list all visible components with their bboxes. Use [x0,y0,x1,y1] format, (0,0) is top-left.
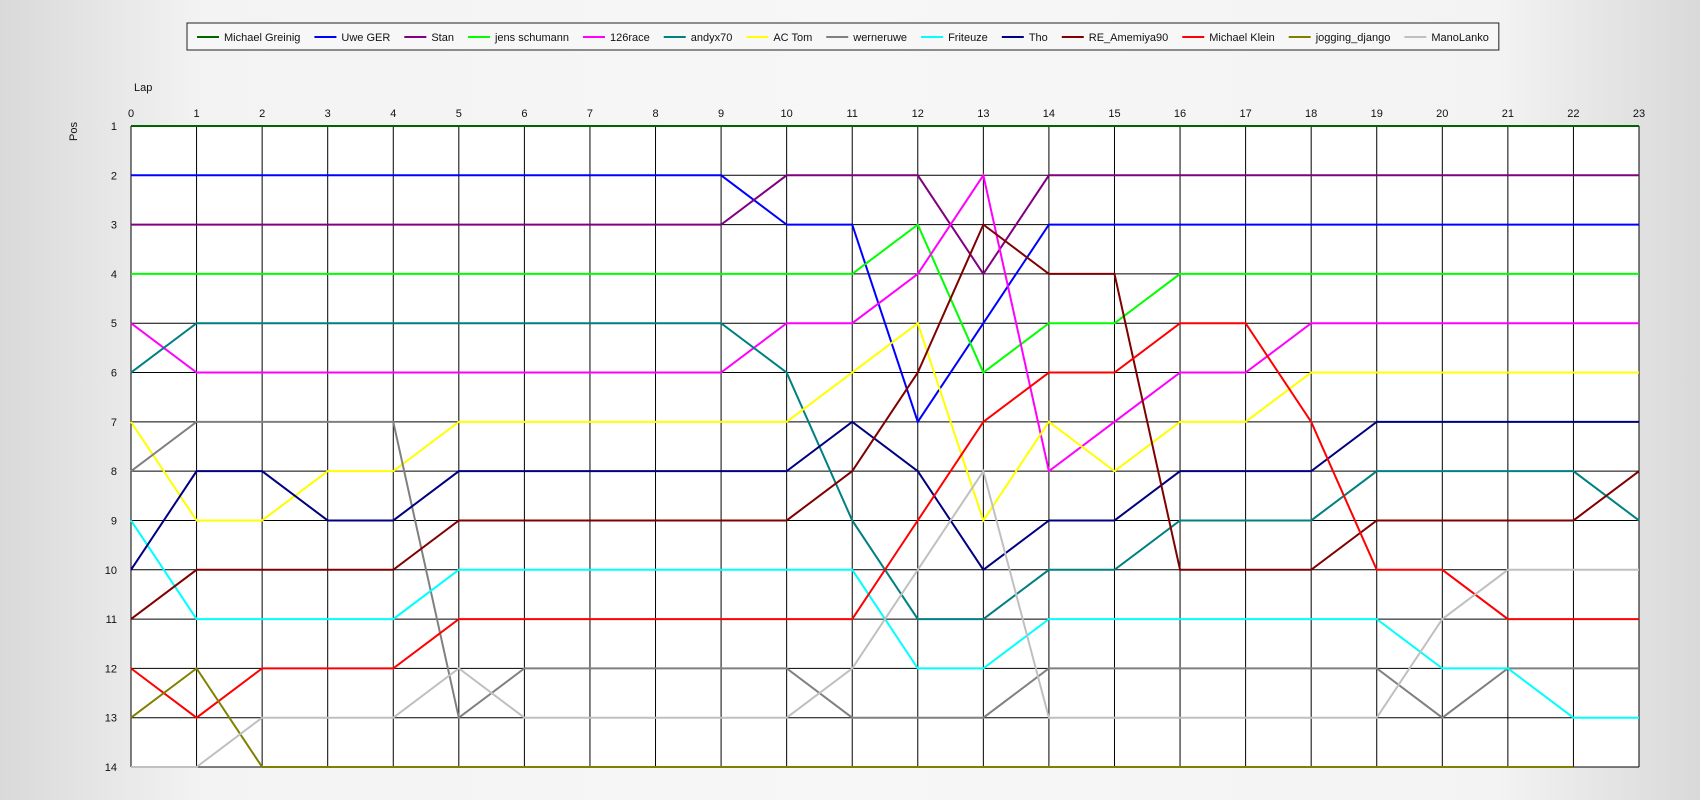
y-tick-label: 14 [105,762,117,774]
legend-label: Uwe GER [341,32,390,44]
x-tick-label: 21 [1502,108,1514,120]
y-tick-label: 10 [105,565,117,577]
x-tick-label: 7 [587,108,593,120]
legend-label: Tho [1029,32,1048,44]
x-tick-label: 12 [912,108,924,120]
x-tick-label: 18 [1305,108,1317,120]
y-tick-label: 9 [111,515,117,527]
legend-label: 126race [610,32,650,44]
y-axis-title: Pos [68,122,80,141]
legend-label: Michael Klein [1209,32,1274,44]
x-tick-label: 8 [652,108,658,120]
legend-label: jens schumann [494,32,569,44]
y-tick-labels: 1234567891011121314 [105,121,117,774]
x-tick-label: 22 [1567,108,1579,120]
x-tick-label: 11 [847,108,858,120]
x-tick-label: 10 [781,108,793,120]
y-tick-label: 6 [111,368,117,380]
y-tick-label: 5 [111,318,117,330]
x-tick-label: 4 [390,108,396,120]
legend-label: andyx70 [691,32,733,44]
legend-label: werneruwe [852,32,907,44]
x-tick-label: 15 [1108,108,1120,120]
x-axis-title: Lap [134,82,152,94]
x-tick-label: 13 [977,108,989,120]
legend-label: Friteuze [948,32,988,44]
legend-label: AC Tom [773,32,812,44]
x-tick-label: 23 [1633,108,1645,120]
y-tick-label: 4 [111,269,117,281]
x-tick-label: 0 [128,108,134,120]
lap-position-chart: Michael Greinig Uwe GER Stan jens schumann 1… [68,22,1645,774]
legend-label: ManoLanko [1431,32,1489,44]
y-tick-label: 3 [111,220,117,232]
x-tick-label: 3 [325,108,331,120]
x-tick-label: 20 [1436,108,1448,120]
legend-label: Michael Greinig [224,32,300,44]
legend-label: jogging_django [1315,32,1391,44]
x-tick-label: 2 [259,108,265,120]
x-tick-label: 6 [521,108,527,120]
y-tick-label: 13 [105,713,117,725]
x-tick-labels: 0 1 2 3 4 5 6 7 8 9 10 11 12 13 14 15 16 17 18 19 20 21 22 23 [128,108,1645,120]
legend-label: Stan [431,32,454,44]
x-tick-label: 1 [194,108,200,120]
y-tick-label: 8 [111,466,117,478]
y-tick-label: 1 [111,121,117,133]
y-tick-label: 2 [111,170,117,182]
x-tick-label: 5 [456,108,462,120]
x-tick-label: 19 [1371,108,1383,120]
x-tick-label: 16 [1174,108,1186,120]
x-tick-label: 17 [1239,108,1251,120]
y-tick-label: 7 [111,417,117,429]
legend: Michael Greinig Uwe GER Stan jens schumann 1… [186,22,1500,51]
y-tick-label: 12 [105,663,117,675]
y-tick-label: 11 [106,614,117,626]
x-tick-label: 9 [718,108,724,120]
legend-label: RE_Amemiya90 [1089,32,1168,44]
x-tick-label: 14 [1043,108,1055,120]
